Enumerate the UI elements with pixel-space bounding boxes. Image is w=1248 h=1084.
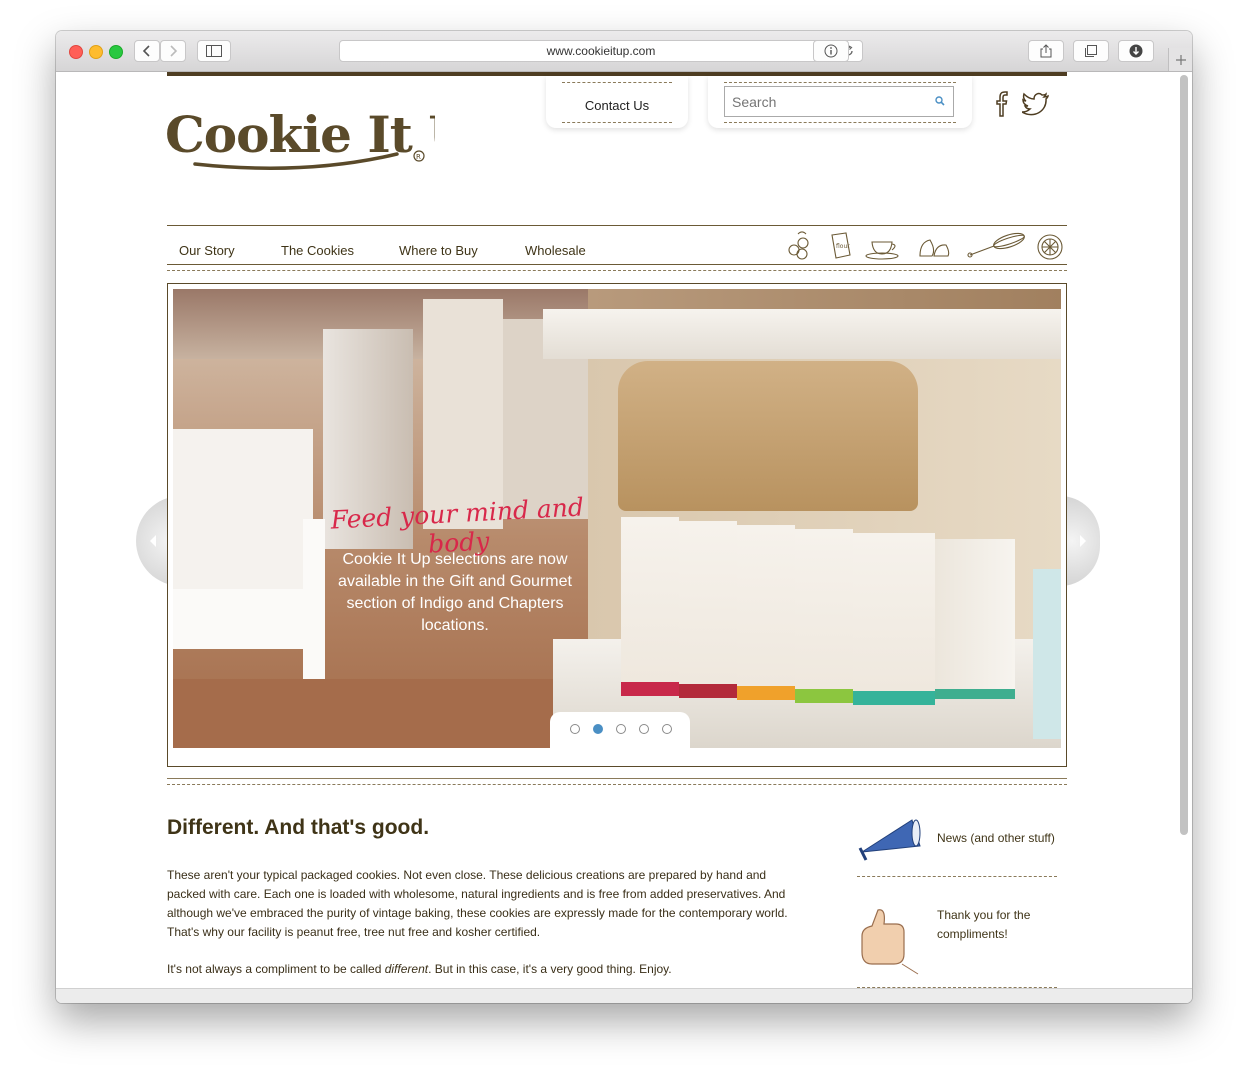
sidebar-toggle-button[interactable] (197, 40, 231, 62)
thumbs-up-icon[interactable] (856, 906, 926, 976)
twitter-icon[interactable] (1022, 92, 1050, 116)
site-logo[interactable]: Cookie It Up R (165, 94, 506, 174)
nav-top-rule (167, 225, 1067, 226)
nav-the-cookies[interactable]: The Cookies (281, 243, 354, 258)
sidebar-divider (857, 876, 1057, 877)
zoom-window-button[interactable] (109, 45, 123, 59)
svg-text:R: R (416, 153, 421, 161)
intro-heading: Different. And that's good. (167, 816, 430, 839)
arrow-right-icon (1080, 535, 1086, 547)
slider-dots (550, 712, 690, 748)
teacup-icon (865, 241, 899, 260)
hero-message: Cookie It Up selections are now availabl… (338, 551, 572, 634)
new-tab-button[interactable] (1168, 48, 1192, 71)
hero-bottom-rule (167, 778, 1067, 779)
intro-paragraph-1: These aren't your typical packaged cooki… (167, 868, 788, 939)
cookie-box (621, 517, 679, 696)
share-icon (1040, 44, 1052, 58)
horizontal-scrollbar-track (56, 988, 1192, 1003)
cookie-box (679, 521, 737, 698)
share-button[interactable] (1028, 40, 1064, 62)
hero-slider: Feed your mind and body Cookie It Up sel… (167, 283, 1067, 767)
hero-dash-rule (167, 784, 1067, 785)
nav-where-to-buy[interactable]: Where to Buy (399, 243, 478, 258)
slider-dot[interactable] (639, 724, 649, 734)
page-content: Cookie It Up R Contact Us (56, 72, 1192, 989)
intro-paragraph-2: It's not always a compliment to be calle… (167, 962, 672, 976)
download-icon (1129, 44, 1143, 58)
slider-dot[interactable] (662, 724, 672, 734)
plus-icon (1176, 55, 1186, 65)
forward-button[interactable] (160, 40, 186, 62)
chevron-right-icon (170, 45, 178, 57)
facebook-icon[interactable] (994, 90, 1010, 118)
megaphone-icon[interactable] (856, 812, 928, 866)
back-button[interactable] (134, 40, 160, 62)
contact-us-link[interactable]: Contact Us (546, 98, 688, 113)
cookie-box (737, 525, 795, 700)
tabs-overview-button[interactable] (1073, 40, 1109, 62)
chevron-left-icon (142, 45, 150, 57)
vertical-scrollbar[interactable] (1180, 75, 1188, 835)
category-icons: flour (788, 231, 1063, 260)
news-link[interactable]: News (and other stuff) (937, 831, 1055, 845)
cookie-box (795, 529, 853, 703)
downloads-button[interactable] (1118, 40, 1154, 62)
browser-toolbar: www.cookieitup.com (56, 31, 1192, 72)
nav-wholesale[interactable]: Wholesale (525, 243, 586, 258)
slider-dot[interactable] (616, 724, 626, 734)
minimize-window-button[interactable] (89, 45, 103, 59)
search-icon[interactable] (935, 96, 945, 106)
search-input[interactable] (724, 86, 954, 117)
info-icon (824, 44, 838, 58)
sidebar-icon (206, 45, 222, 57)
emphasis-different: different (384, 962, 429, 976)
search-tab (708, 76, 972, 128)
nav-our-story[interactable]: Our Story (179, 243, 235, 258)
upper-shelf (543, 309, 1061, 359)
svg-text:flour: flour (836, 243, 850, 250)
whisk-icon (967, 232, 1025, 258)
nav-dash-rule (167, 270, 1067, 271)
arrow-left-icon (150, 535, 156, 547)
slider-dot[interactable] (570, 724, 580, 734)
contact-tab: Contact Us (546, 76, 688, 128)
cookie-it-up-logo: Cookie It Up R (165, 105, 506, 170)
nav-bottom-rule (167, 264, 1067, 265)
lemon-slice-icon (1037, 234, 1063, 260)
flour-bag-icon: flour (831, 232, 851, 259)
compliments-link[interactable]: Thank you for the compliments! (937, 906, 1057, 944)
url-text: www.cookieitup.com (546, 44, 656, 58)
cookie-box (853, 533, 935, 705)
address-bar[interactable]: www.cookieitup.com (339, 40, 863, 62)
blueberries-icon (788, 231, 809, 260)
tabs-icon (1085, 45, 1097, 57)
browser-window: www.cookieitup.com Cookie It Up (56, 31, 1192, 1003)
site-info-button[interactable] (813, 40, 849, 62)
chocolate-chips-icon (919, 239, 950, 257)
slider-dot-active[interactable] (593, 724, 603, 734)
wicker-baskets (618, 361, 918, 511)
close-window-button[interactable] (69, 45, 83, 59)
hero-image: Feed your mind and body Cookie It Up sel… (173, 289, 1061, 748)
